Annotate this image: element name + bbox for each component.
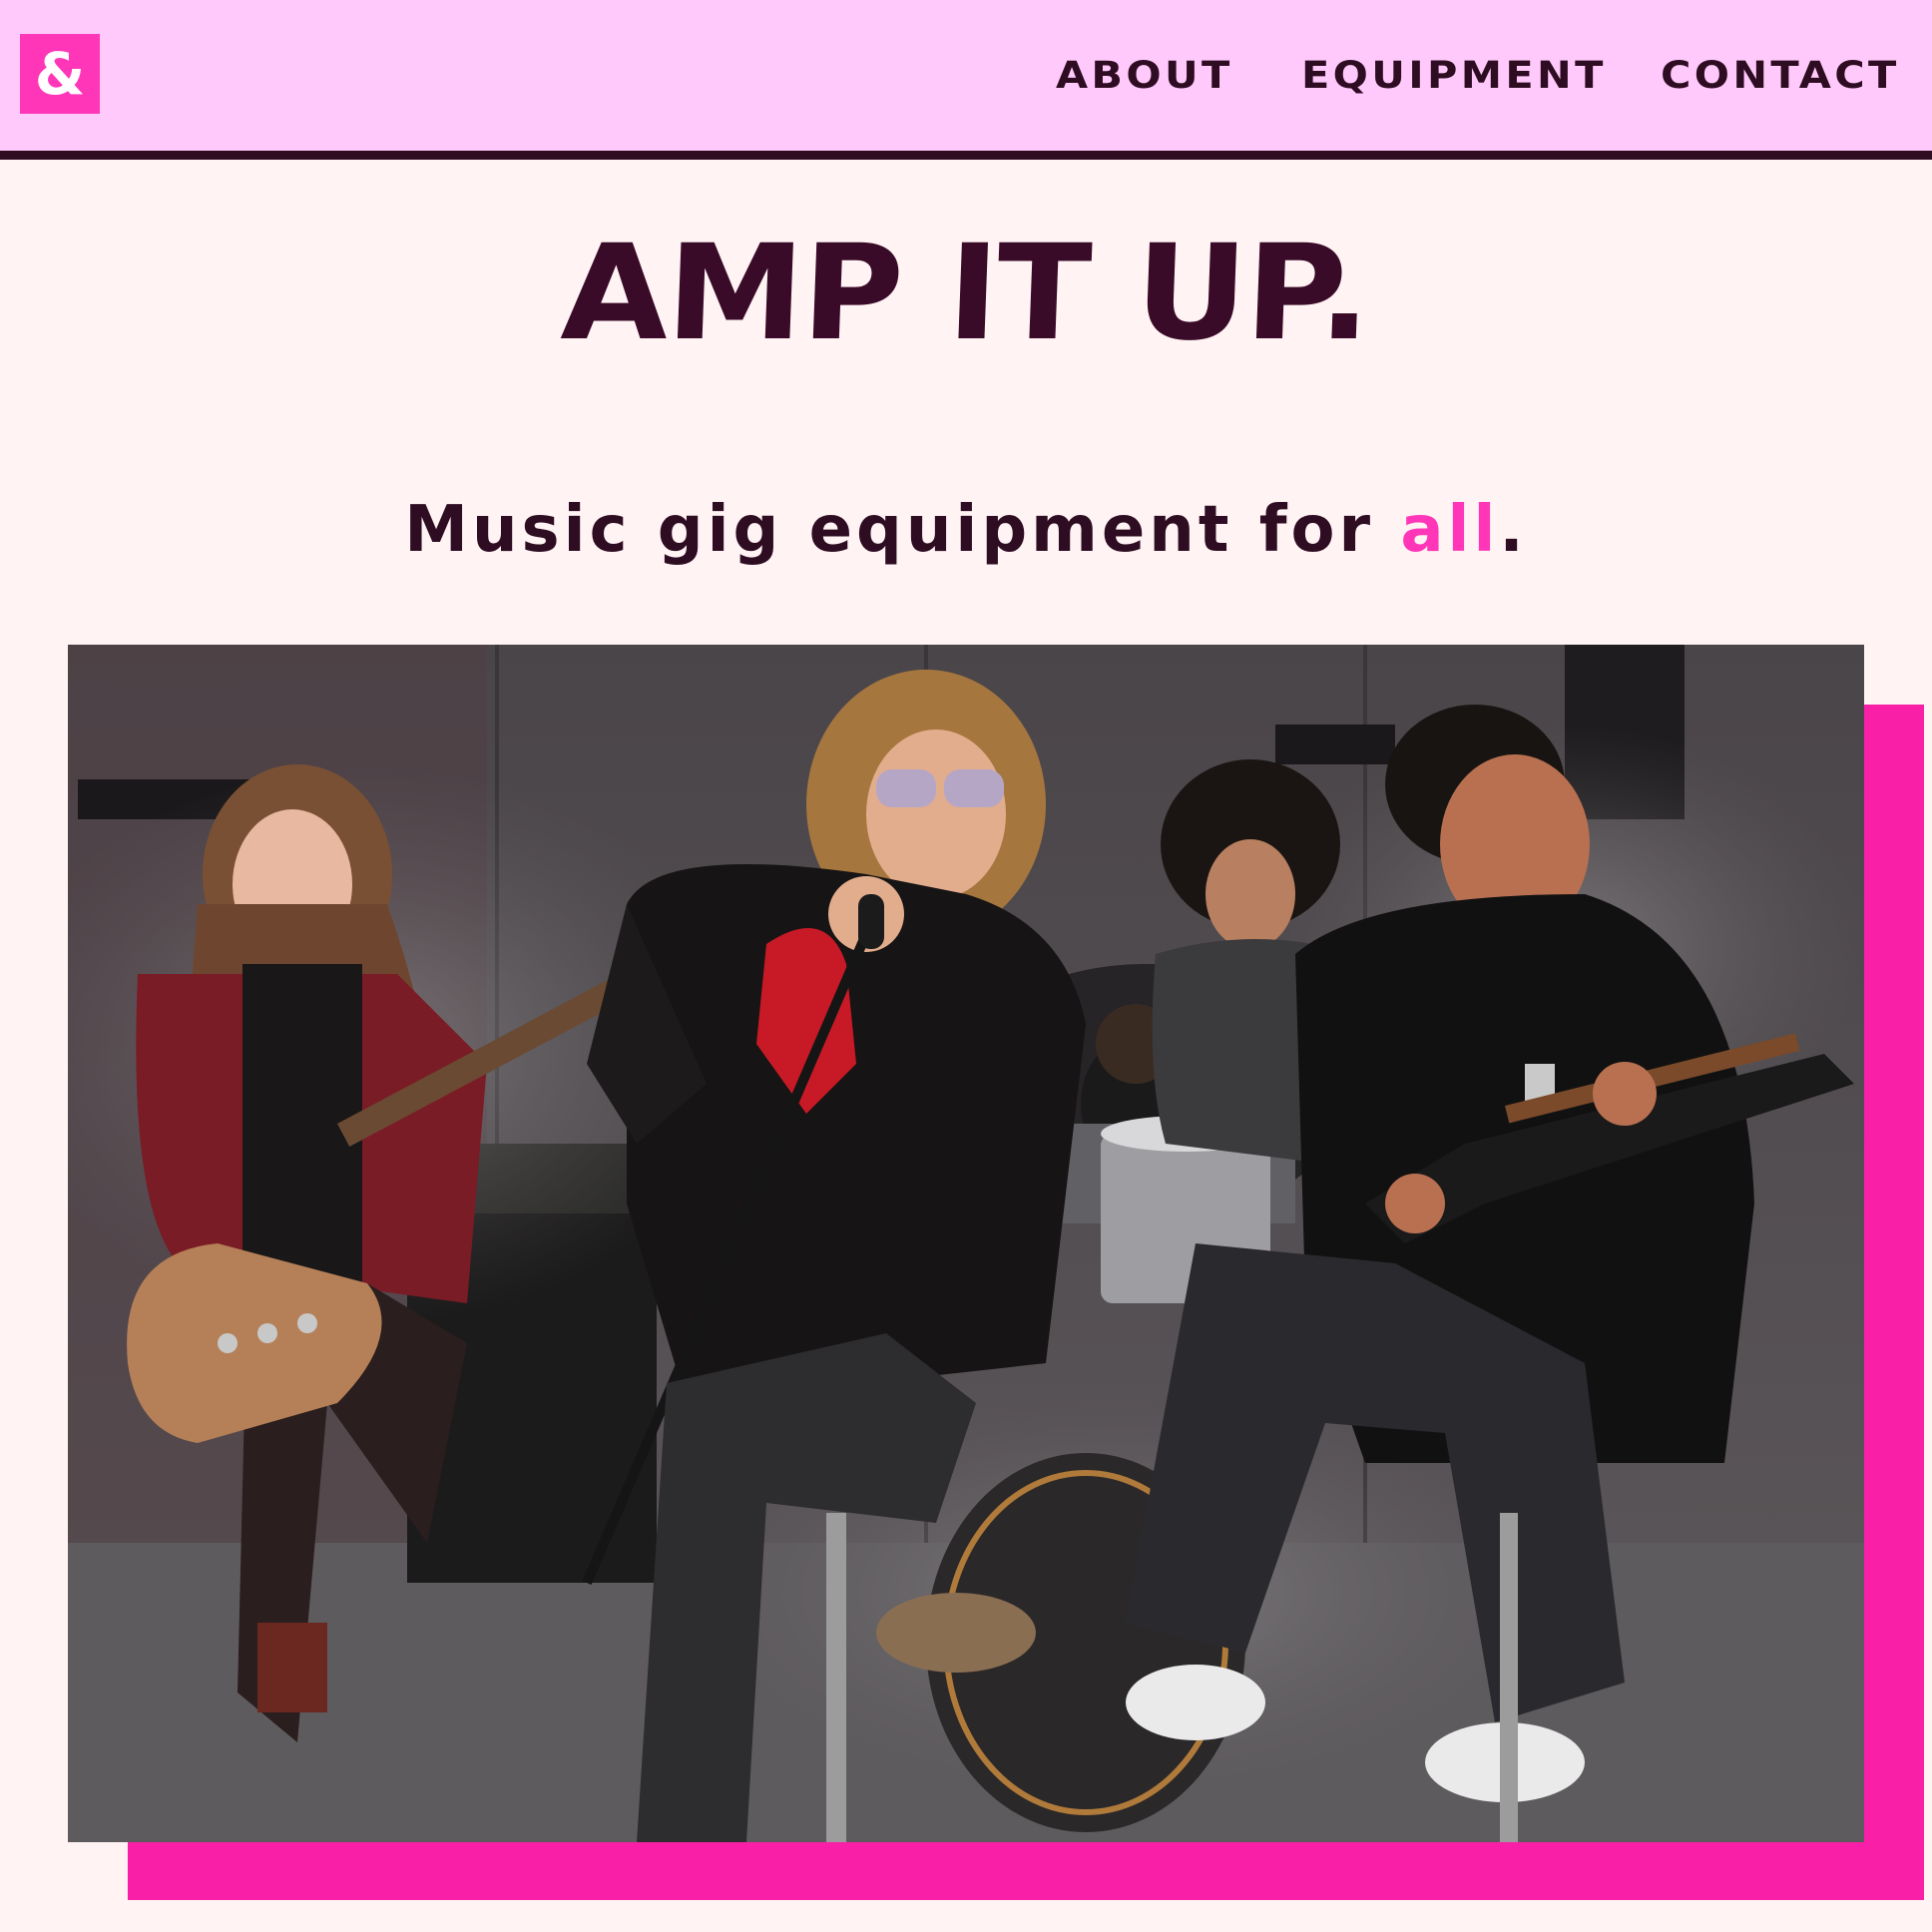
band-photo [68,645,1864,1842]
tagline-accent-word: all [1400,493,1500,567]
tagline-text: Music gig equipment for [404,493,1401,567]
band-photo-illustration [68,645,1864,1842]
site-header: & ABOUT EQUIPMENT CONTACT [0,0,1932,160]
hero-tagline: Music gig equipment for all. [0,485,1932,575]
nav-equipment-link[interactable]: EQUIPMENT [1301,54,1607,97]
nav-contact-link[interactable]: CONTACT [1661,54,1900,97]
nav-about-link[interactable]: ABOUT [1056,54,1233,97]
tagline-period: . [1499,493,1528,567]
hero-title-text: AMP IT UP. [559,217,1373,370]
ampersand-logo[interactable]: & [20,34,100,114]
hero-title: AMP IT UP. [0,214,1932,373]
